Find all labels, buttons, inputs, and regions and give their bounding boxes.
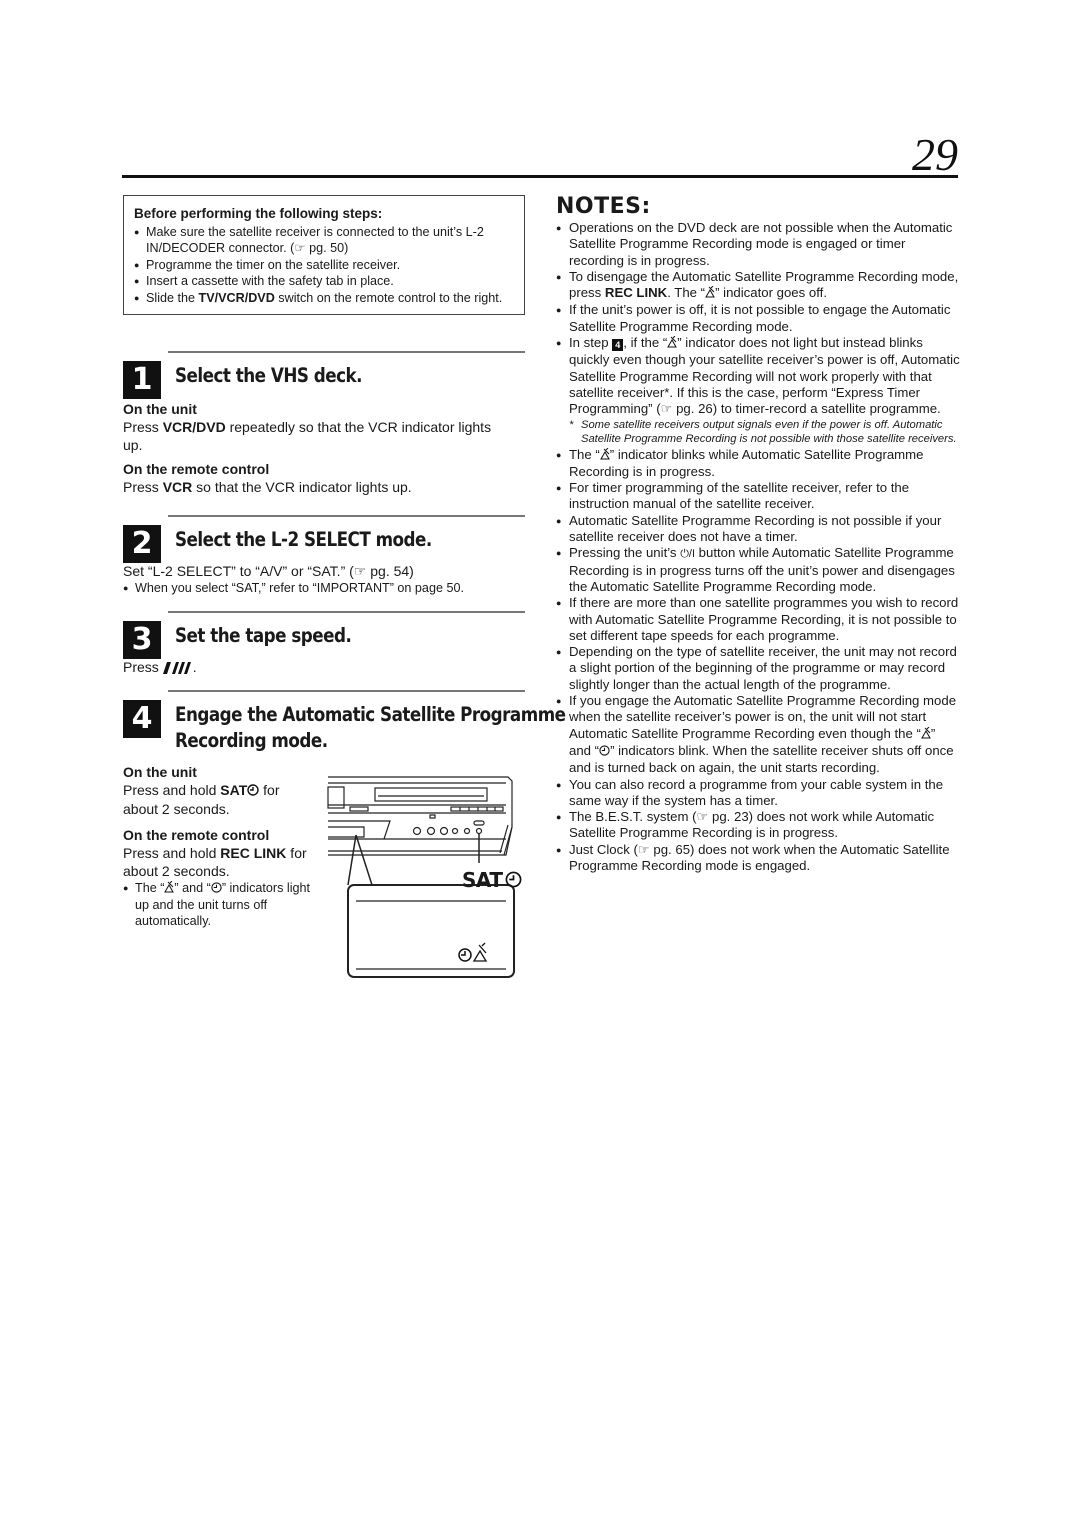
display-satellite-icon xyxy=(472,942,488,962)
step-4-reference: 4 xyxy=(612,339,624,352)
step-heading: Select the L-2 SELECT mode. xyxy=(175,528,432,551)
satellite-icon xyxy=(667,335,678,352)
step-number-badge: 4 xyxy=(123,700,161,738)
note-item: If the unit’s power is off, it is not po… xyxy=(556,302,960,335)
step-rule xyxy=(168,351,525,353)
on-unit-text: Press VCR/DVD repeatedly so that the VCR… xyxy=(123,419,492,453)
before-steps-title: Before performing the following steps: xyxy=(134,206,383,221)
satellite-icon xyxy=(599,447,610,464)
step-number-badge: 2 xyxy=(123,525,161,563)
note-item: Pressing the unit’s ⏻/I button while Aut… xyxy=(556,545,960,595)
header-rule xyxy=(122,175,958,178)
step-bullet: When you select “SAT,” refer to “IMPORTA… xyxy=(123,580,525,596)
on-unit-label: On the unit xyxy=(123,401,197,417)
clock-icon xyxy=(599,744,610,760)
clock-icon xyxy=(505,869,522,893)
note-item: Operations on the DVD deck are not possi… xyxy=(556,220,960,269)
step-number-badge: 1 xyxy=(123,361,161,399)
page-number: 29 xyxy=(912,129,958,180)
on-remote-text: Press and hold REC LINK for about 2 seco… xyxy=(123,845,307,879)
reference-hand-icon: ☞ xyxy=(660,401,673,417)
note-item: For timer programming of the satellite r… xyxy=(556,480,960,513)
note-item: Just Clock (☞ pg. 65) does not work when… xyxy=(556,842,960,875)
before-item: Make sure the satellite receiver is conn… xyxy=(134,224,514,257)
note-item: In step 4, if the “” indicator does not … xyxy=(556,335,960,417)
power-icon: ⏻/I xyxy=(680,548,696,561)
instructions-column: Before performing the following steps: M… xyxy=(123,195,525,315)
step-bullet: The “” and “” indicators light up and th… xyxy=(123,880,318,929)
note-item: To disengage the Automatic Satellite Pro… xyxy=(556,269,960,303)
step-text: Set “L-2 SELECT” to “A/V” or “SAT.” (☞ p… xyxy=(123,563,414,579)
step-rule xyxy=(168,690,525,692)
before-item: Slide the TV/VCR/DVD switch on the remot… xyxy=(134,290,514,307)
note-item: If you engage the Automatic Satellite Pr… xyxy=(556,693,960,776)
satellite-icon xyxy=(705,285,715,302)
asterisk: * xyxy=(569,418,574,431)
note-item: The B.E.S.T. system (☞ pg. 23) does not … xyxy=(556,809,960,842)
on-remote-label: On the remote control xyxy=(123,827,270,843)
on-remote-label: On the remote control xyxy=(123,461,270,477)
note-item: Depending on the type of satellite recei… xyxy=(556,644,960,693)
step-heading: Set the tape speed. xyxy=(175,624,352,647)
reference-hand-icon: ☞ xyxy=(696,809,709,825)
on-remote-text: Press VCR so that the VCR indicator ligh… xyxy=(123,479,412,495)
step-text: Press . xyxy=(123,658,197,678)
step-heading: Engage the Automatic Satellite Programme… xyxy=(175,703,566,752)
before-steps-box: Before performing the following steps: M… xyxy=(123,195,525,315)
before-item: Insert a cassette with the safety tab in… xyxy=(134,273,514,290)
step-number-badge: 3 xyxy=(123,621,161,659)
step-rule xyxy=(168,611,525,613)
satellite-icon xyxy=(920,726,931,743)
on-unit-label: On the unit xyxy=(123,764,197,780)
reference-hand-icon: ☞ xyxy=(353,563,367,579)
footnote: * Some satellite receivers output signals… xyxy=(569,418,957,446)
on-unit-text: Press and hold SAT for about 2 seconds. xyxy=(123,782,280,817)
clock-icon xyxy=(211,881,222,897)
step-rule xyxy=(168,515,525,517)
reference-hand-icon: ☞ xyxy=(294,241,306,255)
reference-hand-icon: ☞ xyxy=(637,841,650,857)
clock-icon xyxy=(247,782,259,800)
note-item: The “” indicator blinks while Automatic … xyxy=(556,447,960,481)
note-item: You can also record a programme from you… xyxy=(556,777,960,810)
before-item: Programme the timer on the satellite rec… xyxy=(134,257,514,274)
sat-button-label: SAT xyxy=(462,868,522,893)
step-heading: Select the VHS deck. xyxy=(175,364,363,387)
satellite-icon xyxy=(164,880,175,897)
note-item: If there are more than one satellite pro… xyxy=(556,595,960,644)
note-item: Automatic Satellite Programme Recording … xyxy=(556,513,960,546)
notes-column: NOTES: Operations on the DVD deck are no… xyxy=(556,195,960,874)
display-clock-icon xyxy=(458,948,472,962)
tape-speed-button-icon xyxy=(162,660,193,678)
notes-title: NOTES: xyxy=(556,194,651,219)
